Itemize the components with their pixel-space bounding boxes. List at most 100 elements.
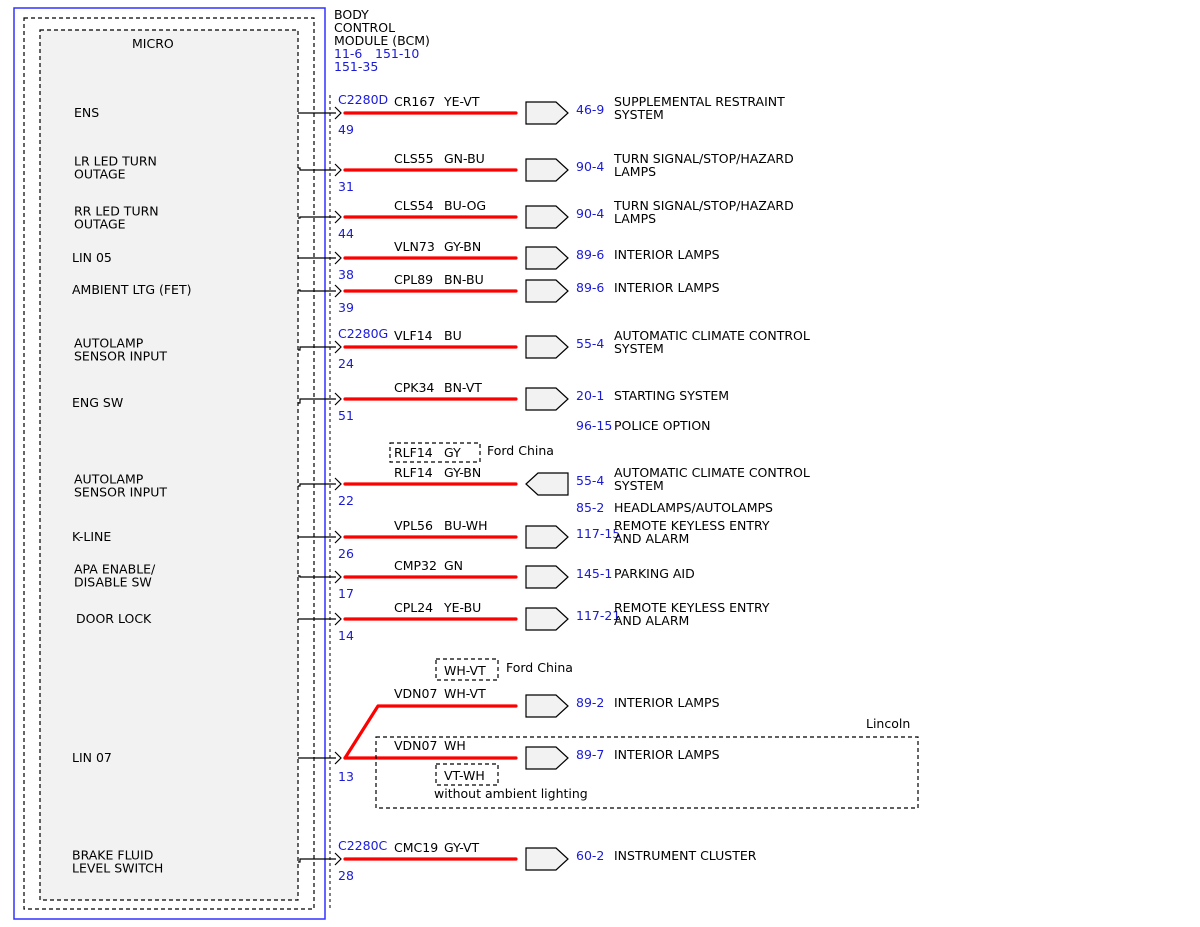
inline-connector [525, 279, 569, 303]
circuit-id: RLF14 [394, 465, 433, 480]
wire-color: BU-OG [444, 198, 486, 213]
wire-color: GY-VT [444, 840, 480, 855]
micro-label: MICRO [132, 36, 174, 51]
circuit-id: CLS54 [394, 198, 434, 213]
cross-reference-link[interactable]: 46-9 [576, 102, 604, 117]
wire-color: GN-BU [444, 151, 485, 166]
input-label: DISABLE SW [74, 575, 152, 590]
destination-label: AND ALARM [614, 613, 689, 628]
wire-color: BU-WH [444, 518, 488, 533]
alternate-color: GY [444, 445, 461, 460]
input-label: ENS [74, 105, 99, 120]
circuit-id: VLN73 [394, 239, 435, 254]
input-label: OUTAGE [74, 217, 126, 232]
input-label: SENSOR INPUT [74, 349, 167, 364]
input-label: LIN 05 [72, 250, 112, 265]
bcm-wiring-diagram: BODY CONTROL MODULE (BCM) 11-6 151-10 15… [13, 7, 919, 920]
cross-reference-link[interactable]: 145-1 [576, 566, 612, 581]
destination-label: STARTING SYSTEM [614, 388, 729, 403]
variant-note: Ford China [487, 443, 554, 458]
cross-reference-link[interactable]: 60-2 [576, 848, 604, 863]
circuit-id: VPL56 [394, 518, 433, 533]
pin-number: 24 [338, 356, 354, 371]
inline-connector [525, 158, 569, 182]
alternate-circuit-id: RLF14 [394, 445, 433, 460]
cross-reference-link[interactable]: 20-1 [576, 388, 604, 403]
inline-connector [525, 746, 569, 770]
cross-reference-link[interactable]: 55-4 [576, 336, 604, 351]
cross-reference-link[interactable]: 85-2 [576, 500, 604, 515]
inline-connector [525, 246, 569, 270]
connector-id: C2280C [338, 838, 388, 853]
destination-label: INSTRUMENT CLUSTER [614, 848, 757, 863]
cross-reference-link[interactable]: 89-7 [576, 747, 604, 762]
circuit-id: CR167 [394, 94, 435, 109]
wire-color: GY-BN [444, 239, 481, 254]
wire-color: YE-BU [443, 600, 481, 615]
circuit-id: VDN07 [394, 738, 437, 753]
inline-connector [525, 694, 569, 718]
pin-number: 49 [338, 122, 354, 137]
input-label: AMBIENT LTG (FET) [72, 282, 191, 297]
input-label: OUTAGE [74, 167, 126, 182]
cross-reference-link[interactable]: 90-4 [576, 159, 604, 174]
cross-reference-link[interactable]: 89-6 [576, 247, 604, 262]
circuit-id: CPL24 [394, 600, 433, 615]
destination-label: POLICE OPTION [614, 418, 711, 433]
module-ref-link[interactable]: 151-10 [375, 46, 419, 61]
destination-label: INTERIOR LAMPS [614, 247, 720, 262]
destination-label: HEADLAMPS/AUTOLAMPS [614, 500, 773, 515]
wire-color: BN-VT [444, 380, 482, 395]
inline-connector [525, 101, 569, 125]
circuit-id: CPL89 [394, 272, 433, 287]
wire-color: WH [444, 738, 466, 753]
destination-label: INTERIOR LAMPS [614, 695, 720, 710]
inline-connector [525, 205, 569, 229]
input-label: K-LINE [72, 529, 111, 544]
circuit-id: CMP32 [394, 558, 437, 573]
wire-color: YE-VT [443, 94, 480, 109]
circuit-id: CLS55 [394, 151, 434, 166]
input-label: DOOR LOCK [76, 611, 152, 626]
inline-connector [525, 335, 569, 359]
connector-id: C2280G [338, 326, 388, 341]
circuit-id: VLF14 [394, 328, 433, 343]
circuit-id: CMC19 [394, 840, 438, 855]
destination-label: SYSTEM [614, 478, 664, 493]
pin-number: 51 [338, 408, 354, 423]
cross-reference-link[interactable]: 96-15 [576, 418, 612, 433]
wire-color: GN [444, 558, 463, 573]
module-ref-link[interactable]: 151-35 [334, 59, 378, 74]
destination-label: LAMPS [614, 211, 656, 226]
wire-color: BU [444, 328, 462, 343]
circuit-id: VDN07 [394, 686, 437, 701]
pin-number: 38 [338, 267, 354, 282]
pin-number: 17 [338, 586, 354, 601]
input-label: SENSOR INPUT [74, 485, 167, 500]
inline-connector [525, 565, 569, 589]
inline-connector [525, 607, 569, 631]
cross-reference-link[interactable]: 55-4 [576, 473, 604, 488]
variant-note: Ford China [506, 660, 573, 675]
pin-number: 13 [338, 769, 354, 784]
connector-id: C2280D [338, 92, 388, 107]
option-group-label: Lincoln [866, 716, 910, 731]
pin-number: 44 [338, 226, 354, 241]
destination-label: INTERIOR LAMPS [614, 747, 720, 762]
destination-label: PARKING AID [614, 566, 695, 581]
cross-reference-link[interactable]: 89-2 [576, 695, 604, 710]
cross-reference-link[interactable]: 90-4 [576, 206, 604, 221]
destination-label: INTERIOR LAMPS [614, 280, 720, 295]
destination-label: SYSTEM [614, 341, 664, 356]
circuit-id: CPK34 [394, 380, 434, 395]
pin-number: 22 [338, 493, 354, 508]
inline-connector [525, 525, 569, 549]
circuits: C2280D49CR167 YE-VT46-9SUPPLEMENTAL RESTR… [334, 92, 919, 883]
inline-connector [525, 847, 569, 871]
destination-label: AND ALARM [614, 531, 689, 546]
inline-connector [525, 472, 569, 496]
alternate-color: VT-WH [444, 768, 485, 783]
destination-label: SYSTEM [614, 107, 664, 122]
input-label: ENG SW [72, 395, 123, 410]
cross-reference-link[interactable]: 89-6 [576, 280, 604, 295]
